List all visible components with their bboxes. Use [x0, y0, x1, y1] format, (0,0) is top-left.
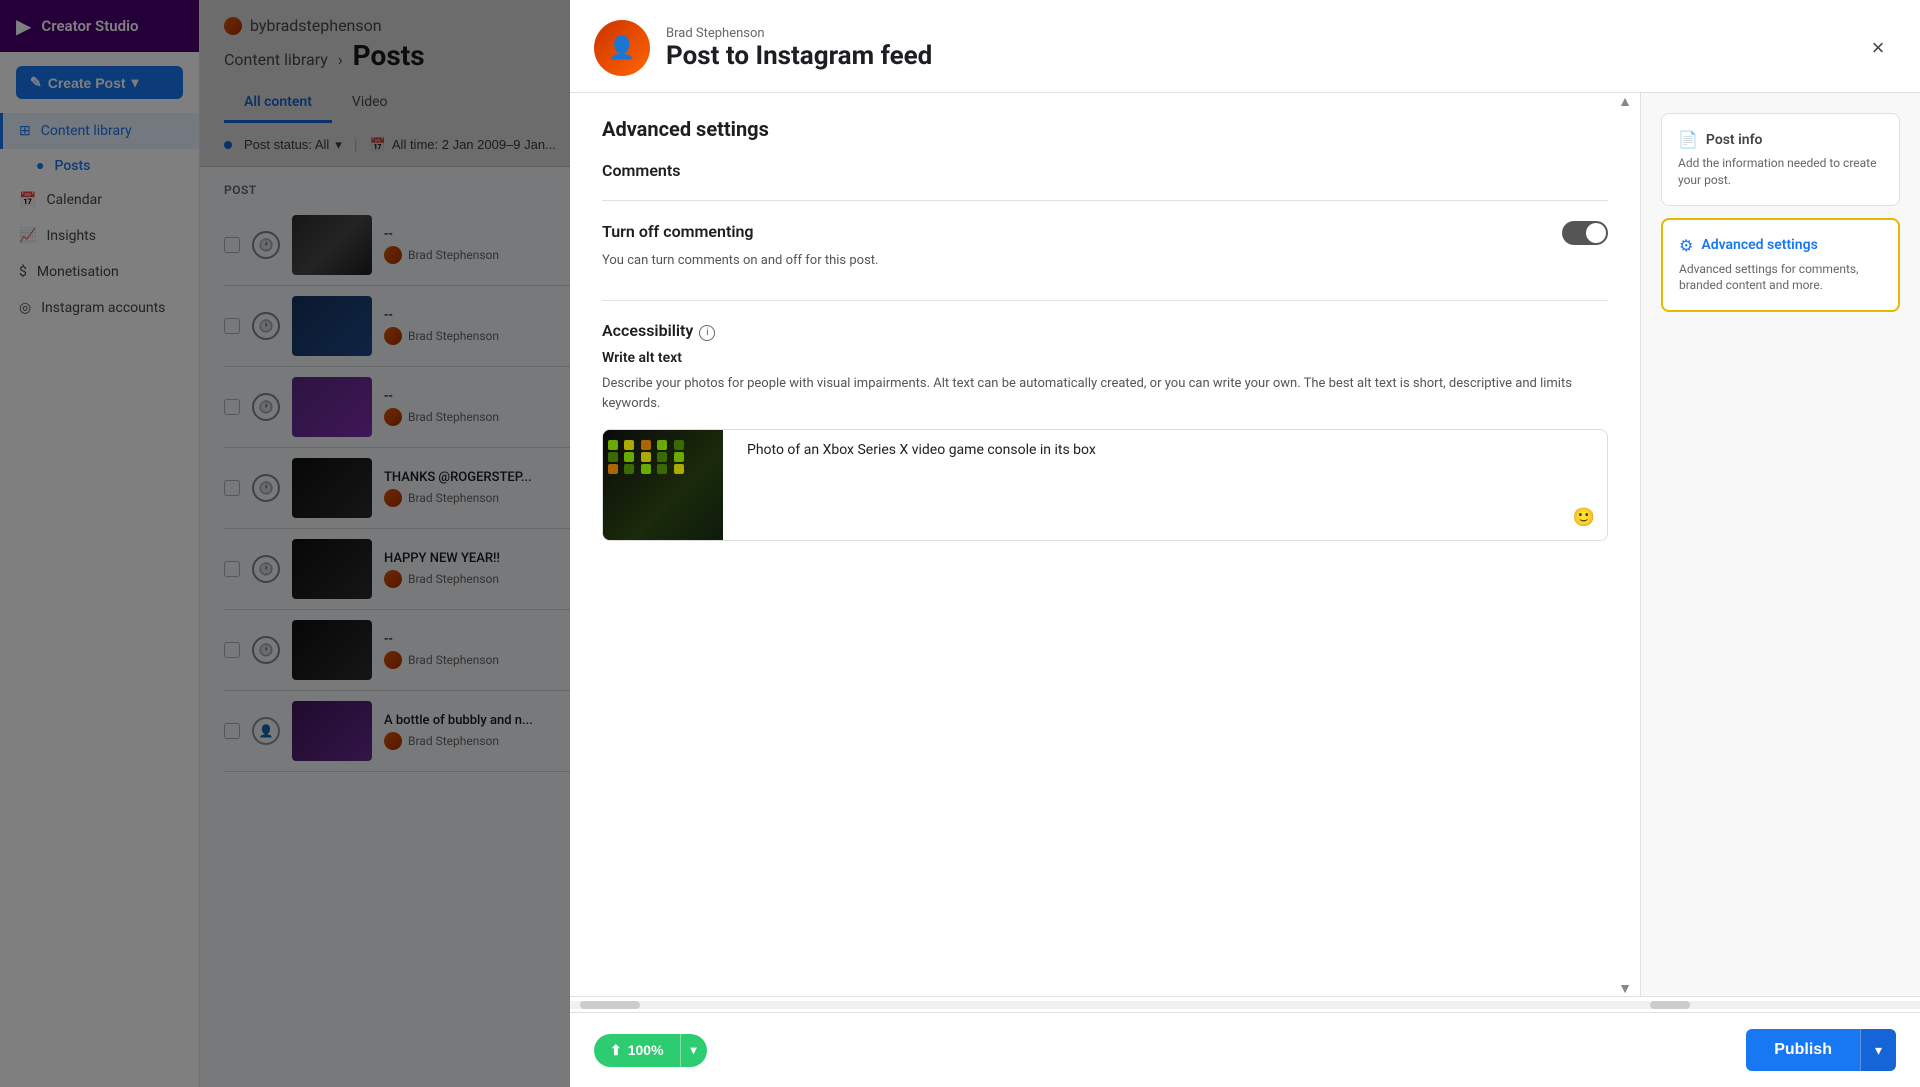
alt-text-label: Write alt text — [602, 350, 1608, 366]
divider — [602, 200, 1608, 201]
horizontal-scroll-area — [570, 996, 1920, 1012]
avatar-image: 👤 — [608, 36, 635, 61]
key — [624, 440, 634, 450]
advanced-settings-section[interactable]: ⚙ Advanced settings Advanced settings fo… — [1661, 218, 1900, 313]
toggle-knob — [1586, 223, 1606, 243]
key — [641, 452, 651, 462]
modal-panel: 👤 Brad Stephenson Post to Instagram feed… — [570, 0, 1920, 1087]
modal-sidebar: 📄 Post info Add the information needed t… — [1640, 93, 1920, 996]
progress-button[interactable]: ⬆ 100% ▾ — [594, 1034, 707, 1067]
key — [674, 440, 684, 450]
key — [657, 440, 667, 450]
key — [608, 464, 618, 474]
toggle-row: Turn off commenting — [602, 221, 1608, 245]
toggle-label: Turn off commenting — [602, 222, 754, 241]
advanced-settings-title: Advanced settings — [602, 117, 1608, 141]
alt-text-input[interactable]: Photo of an Xbox Series X video game con… — [747, 442, 1595, 499]
scroll-up-button[interactable]: ▲ — [1618, 93, 1632, 109]
publish-button[interactable]: Publish — [1746, 1029, 1860, 1071]
emoji-row: 🙂 — [747, 507, 1595, 528]
advanced-settings-title: Advanced settings — [1701, 237, 1817, 253]
modal-footer: ⬆ 100% ▾ Publish ▾ — [570, 1012, 1920, 1087]
progress-label: 100% — [628, 1042, 664, 1058]
accessibility-title: Accessibility — [602, 321, 693, 340]
key — [641, 464, 651, 474]
toggle-description: You can turn comments on and off for thi… — [602, 253, 1608, 268]
modal-body: Advanced settings Comments Turn off comm… — [570, 93, 1920, 996]
key — [641, 440, 651, 450]
xbox-image — [603, 430, 723, 540]
accessibility-section: Accessibility i Write alt text Describe … — [602, 321, 1608, 541]
advanced-settings-header: ⚙ Advanced settings — [1679, 236, 1882, 255]
h-scroll-thumb-right — [1650, 1001, 1690, 1009]
alt-text-input-area[interactable]: Photo of an Xbox Series X video game con… — [735, 430, 1607, 540]
upload-icon: ⬆ — [610, 1042, 622, 1059]
modal-overlay: 👤 Brad Stephenson Post to Instagram feed… — [0, 0, 1920, 1087]
section-divider — [602, 300, 1608, 301]
post-info-desc: Add the information needed to create you… — [1678, 155, 1883, 189]
emoji-button[interactable]: 🙂 — [1573, 507, 1595, 528]
advanced-settings-desc: Advanced settings for comments, branded … — [1679, 261, 1882, 295]
modal-title-block: Brad Stephenson Post to Instagram feed — [666, 26, 1844, 71]
modal-header: 👤 Brad Stephenson Post to Instagram feed… — [570, 0, 1920, 93]
modal-close-button[interactable]: × — [1860, 30, 1896, 66]
alt-text-description: Describe your photos for people with vis… — [602, 374, 1608, 413]
key — [674, 452, 684, 462]
post-info-header: 📄 Post info — [1678, 130, 1883, 149]
key — [657, 452, 667, 462]
document-icon: 📄 — [1678, 130, 1698, 149]
accessibility-header: Accessibility i — [602, 321, 1608, 344]
modal-dialog-title: Post to Instagram feed — [666, 41, 1844, 71]
key — [674, 464, 684, 474]
h-scroll-bar-left[interactable] — [570, 1001, 1640, 1009]
comments-section: Comments Turn off commenting You can tur… — [602, 161, 1608, 268]
scroll-down-button[interactable]: ▼ — [1618, 980, 1632, 996]
keyboard-keys — [608, 440, 688, 474]
h-scroll-bar-right[interactable] — [1640, 1001, 1920, 1009]
commenting-toggle[interactable] — [1562, 221, 1608, 245]
alt-text-area: Photo of an Xbox Series X video game con… — [602, 429, 1608, 541]
alt-text-image — [603, 430, 723, 540]
modal-avatar: 👤 — [594, 20, 650, 76]
comments-title: Comments — [602, 161, 1608, 180]
key — [608, 440, 618, 450]
gear-icon: ⚙ — [1679, 236, 1693, 255]
modal-main-content: Advanced settings Comments Turn off comm… — [570, 93, 1640, 996]
post-info-section[interactable]: 📄 Post info Add the information needed t… — [1661, 113, 1900, 206]
post-info-title: Post info — [1706, 132, 1763, 148]
info-icon: i — [699, 325, 715, 341]
modal-user-name: Brad Stephenson — [666, 26, 1844, 41]
h-scroll-thumb-left — [580, 1001, 640, 1009]
key — [657, 464, 667, 474]
publish-caret-button[interactable]: ▾ — [1860, 1029, 1896, 1071]
publish-group: Publish ▾ — [1746, 1029, 1896, 1071]
progress-main: ⬆ 100% — [594, 1034, 680, 1067]
key — [624, 452, 634, 462]
key — [608, 452, 618, 462]
key — [624, 464, 634, 474]
progress-caret[interactable]: ▾ — [681, 1035, 707, 1065]
